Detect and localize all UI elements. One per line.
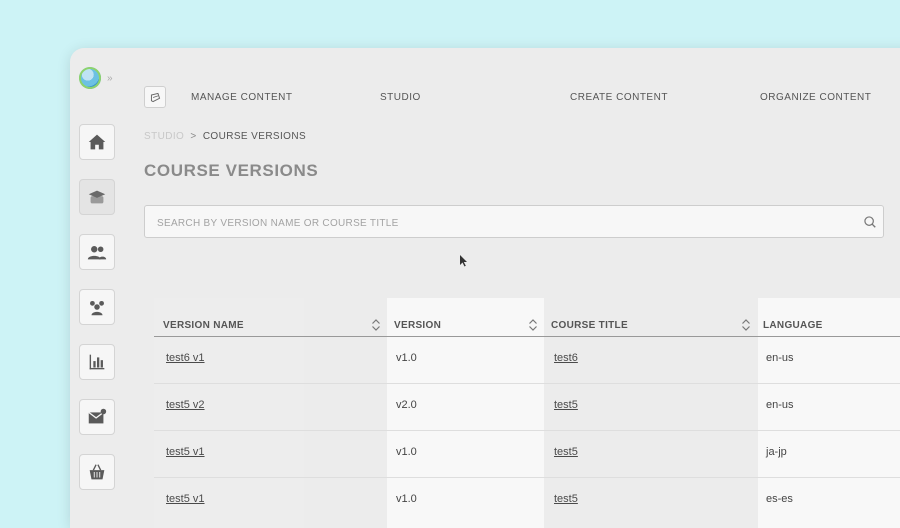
course-title-link[interactable]: test6: [554, 352, 578, 364]
users-button[interactable]: [79, 234, 115, 270]
version-name-link[interactable]: test6 v1: [166, 352, 205, 364]
language-cell: es-es: [766, 493, 793, 505]
users-icon: [87, 246, 107, 260]
language-cell: en-us: [766, 399, 794, 411]
course-title-link[interactable]: test5: [554, 493, 578, 505]
nav-organize-content[interactable]: ORGANIZE CONTENT: [760, 92, 871, 103]
table-row: test5 v2 v2.0 test5 en-us: [154, 384, 900, 431]
home-button[interactable]: [79, 124, 115, 160]
reports-icon: [89, 354, 105, 370]
store-button[interactable]: [79, 454, 115, 490]
breadcrumb-current: COURSE VERSIONS: [202, 131, 307, 142]
breadcrumb-separator: >: [190, 131, 197, 142]
table-row: test5 v1 v1.0 test5 es-es: [154, 478, 900, 524]
sort-icon[interactable]: [371, 318, 381, 332]
version-cell: v1.0: [396, 493, 417, 505]
sort-icon[interactable]: [528, 318, 538, 332]
courses-button[interactable]: [79, 179, 115, 215]
sidebar: »: [70, 48, 126, 528]
breadcrumb: STUDIO > COURSE VERSIONS: [144, 131, 306, 142]
content-menu-icon[interactable]: [144, 86, 166, 108]
search-box: [144, 205, 884, 238]
courses-icon: [88, 190, 106, 204]
language-cell: en-us: [766, 352, 794, 364]
expand-sidebar-icon[interactable]: »: [107, 74, 113, 84]
app-window: » MANAGE CONTENT STUDIO CREATE CONTENT O…: [70, 48, 900, 528]
version-cell: v2.0: [396, 399, 417, 411]
sort-icon[interactable]: [741, 318, 751, 332]
mouse-cursor-icon: [460, 255, 467, 267]
messages-button[interactable]: [79, 399, 115, 435]
version-name-link[interactable]: test5 v1: [166, 446, 205, 458]
version-cell: v1.0: [396, 352, 417, 364]
reports-button[interactable]: [79, 344, 115, 380]
column-header-version[interactable]: VERSION: [394, 320, 441, 331]
top-nav: MANAGE CONTENT STUDIO CREATE CONTENT ORG…: [144, 86, 900, 110]
version-cell: v1.0: [396, 446, 417, 458]
table-row: test5 v1 v1.0 test5 ja-jp: [154, 431, 900, 478]
table-row: test6 v1 v1.0 test6 en-us: [154, 337, 900, 384]
messages-icon: [88, 408, 107, 424]
column-header-language[interactable]: LANGUAGE: [763, 320, 823, 331]
language-cell: ja-jp: [766, 446, 787, 458]
brand-logo[interactable]: [79, 67, 101, 89]
search-icon[interactable]: [863, 215, 877, 229]
breadcrumb-studio[interactable]: STUDIO: [144, 131, 184, 142]
nav-create-content[interactable]: CREATE CONTENT: [570, 92, 668, 103]
page-title: COURSE VERSIONS: [144, 161, 319, 180]
version-name-link[interactable]: test5 v2: [166, 399, 205, 411]
nav-manage-content[interactable]: MANAGE CONTENT: [191, 92, 292, 103]
home-icon: [88, 134, 106, 150]
table-header: VERSION NAME VERSION COURSE TITLE LANGUA…: [154, 316, 900, 337]
store-icon: [89, 464, 105, 480]
course-title-link[interactable]: test5: [554, 446, 578, 458]
nav-studio[interactable]: STUDIO: [380, 92, 421, 103]
groups-icon: [90, 300, 104, 316]
search-input[interactable]: [155, 213, 849, 233]
version-name-link[interactable]: test5 v1: [166, 493, 205, 505]
groups-button[interactable]: [79, 289, 115, 325]
course-title-link[interactable]: test5: [554, 399, 578, 411]
column-header-course-title[interactable]: COURSE TITLE: [551, 320, 628, 331]
versions-table: VERSION NAME VERSION COURSE TITLE LANGUA…: [154, 298, 900, 528]
column-header-version-name[interactable]: VERSION NAME: [163, 320, 244, 331]
